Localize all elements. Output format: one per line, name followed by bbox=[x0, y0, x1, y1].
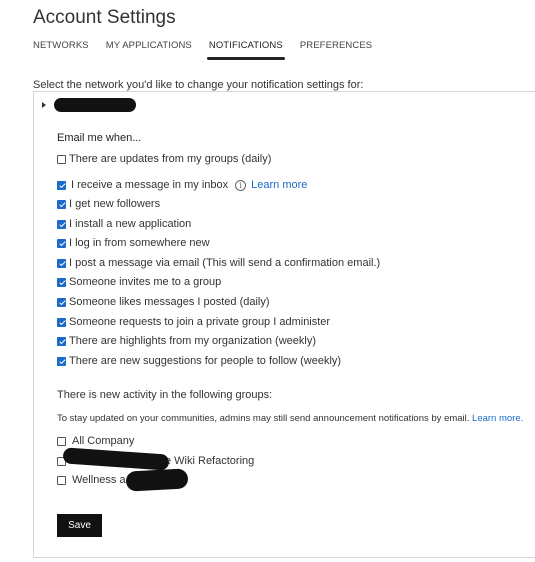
group-label: All Company bbox=[72, 435, 135, 447]
option-group-invite[interactable]: Someone invites me to a group bbox=[57, 275, 221, 289]
group-option-all-company[interactable]: All Company bbox=[57, 434, 134, 448]
redacted-network-name bbox=[54, 98, 136, 112]
tab-networks[interactable]: NETWORKS bbox=[33, 40, 89, 62]
option-label: I receive a message in my inbox bbox=[71, 179, 229, 191]
tab-my-applications[interactable]: MY APPLICATIONS bbox=[106, 40, 192, 62]
option-label: I get new followers bbox=[69, 198, 161, 210]
learn-more-link[interactable]: Learn more bbox=[251, 179, 307, 191]
option-label: Someone likes messages I posted (daily) bbox=[69, 296, 270, 308]
checkbox[interactable] bbox=[57, 154, 66, 164]
option-login-new-location[interactable]: I log in from somewhere new bbox=[57, 236, 210, 250]
redaction-scribble bbox=[125, 468, 189, 492]
email-section-heading: Email me when... bbox=[57, 132, 142, 144]
checkbox[interactable] bbox=[57, 238, 66, 248]
caret-right-icon[interactable] bbox=[42, 102, 46, 108]
option-label: There are highlights from my organizatio… bbox=[69, 335, 316, 347]
option-label: I post a message via email (This will se… bbox=[69, 257, 381, 269]
network-prompt: Select the network you'd like to change … bbox=[33, 79, 364, 91]
option-post-via-email[interactable]: I post a message via email (This will se… bbox=[57, 256, 380, 270]
page-title: Account Settings bbox=[33, 7, 176, 28]
option-label: There are updates from my groups (daily) bbox=[69, 153, 272, 165]
tab-preferences[interactable]: PREFERENCES bbox=[300, 40, 372, 62]
option-group-updates[interactable]: There are updates from my groups (daily) bbox=[57, 152, 271, 166]
settings-tabs: NETWORKS MY APPLICATIONS NOTIFICATIONS P… bbox=[33, 40, 389, 62]
group-option-wellness[interactable]: Wellness a bbox=[57, 473, 126, 487]
option-join-requests[interactable]: Someone requests to join a private group… bbox=[57, 315, 330, 329]
option-label: I log in from somewhere new bbox=[69, 237, 210, 249]
checkbox[interactable] bbox=[57, 336, 66, 346]
notification-settings-panel: Email me when... There are updates from … bbox=[33, 91, 535, 558]
groups-note-text: To stay updated on your communities, adm… bbox=[57, 413, 470, 424]
checkbox[interactable] bbox=[57, 297, 66, 307]
option-new-followers[interactable]: I get new followers bbox=[57, 197, 160, 211]
network-selector[interactable] bbox=[42, 98, 136, 112]
option-highlights[interactable]: There are highlights from my organizatio… bbox=[57, 334, 316, 348]
group-label: Wellness a bbox=[72, 474, 126, 486]
group-label: e Wiki Refactoring bbox=[165, 455, 255, 467]
checkbox[interactable] bbox=[57, 277, 66, 287]
checkbox[interactable] bbox=[57, 258, 66, 268]
option-label: Someone requests to join a private group… bbox=[69, 316, 331, 328]
checkbox[interactable] bbox=[57, 317, 66, 327]
checkbox[interactable] bbox=[57, 180, 66, 190]
save-button[interactable]: Save bbox=[57, 514, 102, 537]
option-label: Someone invites me to a group bbox=[69, 276, 222, 288]
checkbox[interactable] bbox=[57, 199, 66, 209]
groups-note: To stay updated on your communities, adm… bbox=[57, 413, 523, 424]
option-install-app[interactable]: I install a new application bbox=[57, 217, 191, 231]
option-suggestions[interactable]: There are new suggestions for people to … bbox=[57, 354, 341, 368]
groups-section-heading: There is new activity in the following g… bbox=[57, 389, 273, 401]
option-inbox-message[interactable]: I receive a message in my inbox i Learn … bbox=[57, 178, 307, 192]
option-label: I install a new application bbox=[69, 218, 192, 230]
checkbox[interactable] bbox=[57, 219, 66, 229]
groups-learn-more-link[interactable]: Learn more. bbox=[472, 413, 523, 424]
checkbox[interactable] bbox=[57, 356, 66, 366]
option-label: There are new suggestions for people to … bbox=[69, 355, 342, 367]
info-icon[interactable]: i bbox=[235, 179, 247, 191]
checkbox[interactable] bbox=[57, 436, 66, 446]
option-likes[interactable]: Someone likes messages I posted (daily) bbox=[57, 295, 270, 309]
checkbox[interactable] bbox=[57, 475, 66, 485]
tab-notifications[interactable]: NOTIFICATIONS bbox=[206, 40, 285, 62]
